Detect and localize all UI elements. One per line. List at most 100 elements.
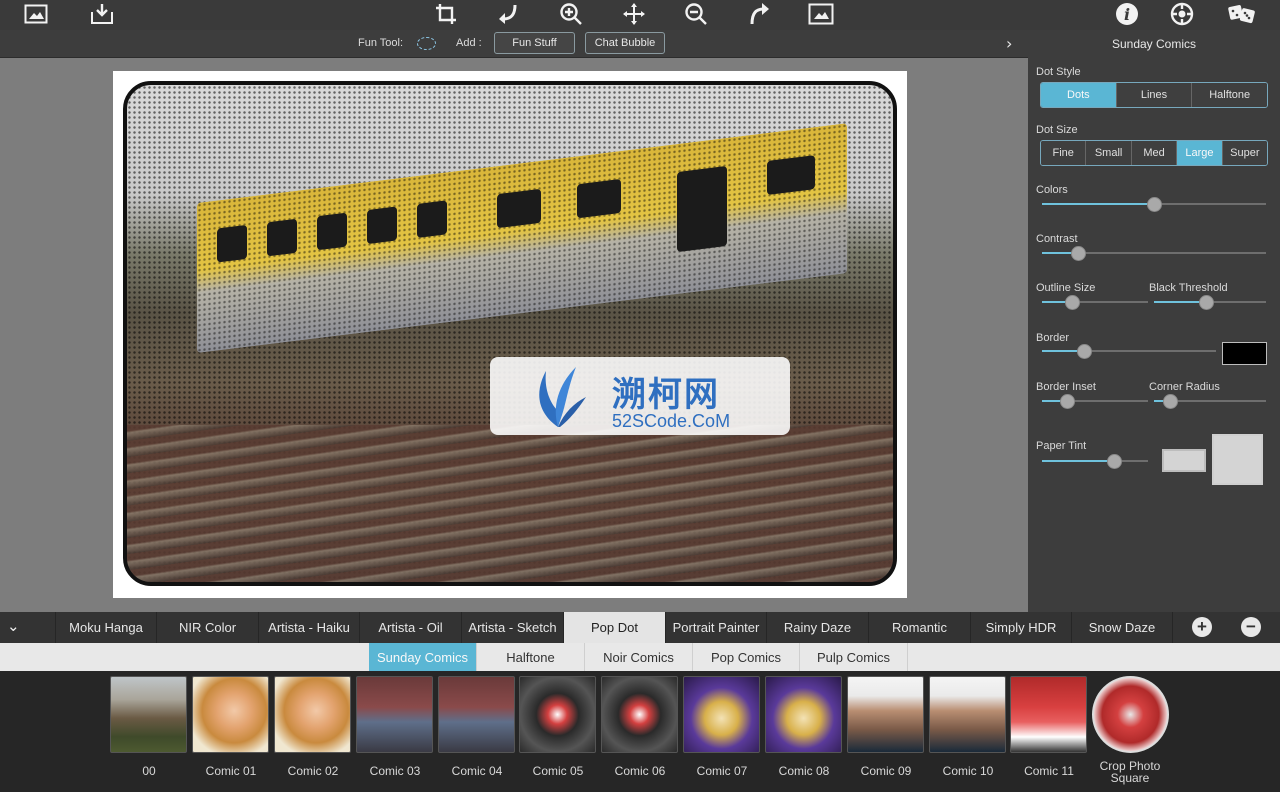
settings-icon[interactable]	[1168, 1, 1196, 27]
preset-label: Comic 08	[778, 764, 830, 778]
slider-knob[interactable]	[1162, 394, 1178, 409]
move-icon[interactable]	[620, 1, 648, 27]
tab-artista-oil[interactable]: Artista - Oil	[359, 612, 461, 643]
railway-tracks	[127, 425, 893, 582]
tab-artista-sketch[interactable]: Artista - Sketch	[461, 612, 563, 643]
slider-knob[interactable]	[1064, 295, 1080, 310]
paper-tint-slider[interactable]	[1042, 454, 1148, 469]
slider-knob[interactable]	[1147, 197, 1162, 212]
zoom-in-icon[interactable]	[557, 1, 585, 27]
paper-tint-swatch[interactable]	[1162, 449, 1206, 472]
border-inset-label: Border Inset	[1036, 381, 1096, 393]
dot-size-small[interactable]: Small	[1086, 141, 1132, 165]
outline-size-slider[interactable]	[1042, 295, 1148, 310]
chevron-down-icon[interactable]: ⌄	[7, 617, 20, 635]
crop-icon[interactable]	[432, 1, 460, 27]
svg-text:i: i	[1124, 5, 1130, 24]
preset-thumbnail[interactable]	[356, 676, 433, 753]
filter-tabs: ⌄ Moku Hanga NIR Color Artista - Haiku A…	[0, 612, 1280, 643]
preset-thumbnail[interactable]	[192, 676, 269, 753]
border-slider[interactable]	[1042, 344, 1216, 359]
slider-knob[interactable]	[1070, 246, 1086, 261]
options-bar: Fun Tool: Add : Fun Stuff Chat Bubble ›	[0, 30, 1028, 58]
preset-label: Comic 02	[287, 764, 339, 778]
tab-snow-daze[interactable]: Snow Daze	[1071, 612, 1173, 643]
wing-logo-icon	[539, 367, 586, 427]
colors-slider[interactable]	[1042, 197, 1266, 212]
info-icon[interactable]: i	[1113, 1, 1141, 27]
fun-stuff-button[interactable]: Fun Stuff	[494, 32, 575, 54]
watermark-subtitle: 52SCode.CoM	[612, 411, 731, 431]
canvas-area	[0, 58, 1028, 612]
dot-size-super[interactable]: Super	[1222, 141, 1267, 165]
slider-knob[interactable]	[1107, 454, 1123, 469]
tab-noir-comics[interactable]: Noir Comics	[585, 643, 693, 671]
open-image-icon[interactable]	[22, 1, 50, 27]
tab-nir-color[interactable]: NIR Color	[156, 612, 258, 643]
tab-moku-hanga[interactable]: Moku Hanga	[55, 612, 156, 643]
add-label: Add :	[456, 37, 482, 49]
fun-tool-label: Fun Tool:	[358, 37, 404, 49]
preset-thumbnail[interactable]	[929, 676, 1006, 753]
redo-icon[interactable]	[745, 1, 773, 27]
preset-label: Comic 07	[696, 764, 748, 778]
slider-knob[interactable]	[1076, 344, 1092, 359]
border-color-swatch[interactable]	[1222, 342, 1267, 365]
tab-halftone[interactable]: Halftone	[477, 643, 585, 671]
add-filter-button[interactable]: +	[1192, 617, 1212, 637]
dot-style-dots[interactable]: Dots	[1041, 83, 1117, 107]
tab-romantic[interactable]: Romantic	[868, 612, 970, 643]
dot-size-med[interactable]: Med	[1131, 141, 1178, 165]
lasso-icon[interactable]	[417, 37, 436, 50]
chevron-right-icon[interactable]: ›	[1006, 34, 1012, 53]
tab-pulp-comics[interactable]: Pulp Comics	[800, 643, 908, 671]
tab-simply-hdr[interactable]: Simply HDR	[970, 612, 1071, 643]
border-inset-slider[interactable]	[1042, 394, 1148, 409]
tab-pop-comics[interactable]: Pop Comics	[693, 643, 800, 671]
preset-thumbnail[interactable]	[1010, 676, 1087, 753]
comic-photo[interactable]	[123, 81, 897, 586]
preset-label: Comic 10	[942, 764, 994, 778]
tab-portrait-painter[interactable]: Portrait Painter	[665, 612, 766, 643]
preset-label: Comic 03	[369, 764, 421, 778]
preset-thumbnail[interactable]	[601, 676, 678, 753]
fit-image-icon[interactable]	[807, 1, 835, 27]
contrast-label: Contrast	[1036, 233, 1078, 245]
black-threshold-label: Black Threshold	[1149, 282, 1228, 294]
save-image-icon[interactable]	[88, 1, 116, 27]
preset-thumbnail[interactable]	[274, 676, 351, 753]
tab-sunday-comics[interactable]: Sunday Comics	[369, 643, 477, 671]
dot-style-halftone[interactable]: Halftone	[1192, 83, 1267, 107]
black-threshold-slider[interactable]	[1154, 295, 1266, 310]
preset-thumbnail[interactable]	[438, 676, 515, 753]
preset-thumbnail[interactable]	[765, 676, 842, 753]
preset-thumbnail[interactable]	[110, 676, 187, 753]
preset-label: Comic 09	[860, 764, 912, 778]
dot-size-selector: Fine Small Med Large Super	[1040, 140, 1268, 166]
remove-filter-button[interactable]: −	[1241, 617, 1261, 637]
contrast-slider[interactable]	[1042, 246, 1266, 261]
style-tabs: Sunday Comics Halftone Noir Comics Pop C…	[0, 643, 1280, 671]
random-dice-icon[interactable]	[1226, 1, 1258, 27]
tab-pop-dot[interactable]: Pop Dot	[563, 612, 665, 643]
preset-label: Comic 06	[614, 764, 666, 778]
dot-style-label: Dot Style	[1036, 66, 1081, 78]
preset-thumbnail[interactable]	[847, 676, 924, 753]
dot-size-fine[interactable]: Fine	[1041, 141, 1087, 165]
slider-knob[interactable]	[1198, 295, 1214, 310]
slider-knob[interactable]	[1060, 394, 1076, 409]
preset-thumbnail[interactable]	[683, 676, 760, 753]
tab-rainy-daze[interactable]: Rainy Daze	[766, 612, 868, 643]
tab-artista-haiku[interactable]: Artista - Haiku	[258, 612, 359, 643]
corner-radius-label: Corner Radius	[1149, 381, 1220, 393]
chat-bubble-button[interactable]: Chat Bubble	[585, 32, 665, 54]
top-toolbar: i	[0, 0, 1280, 30]
dot-style-lines[interactable]: Lines	[1116, 83, 1193, 107]
preset-thumbnail[interactable]	[519, 676, 596, 753]
zoom-out-icon[interactable]	[682, 1, 710, 27]
preset-label: Comic 04	[451, 764, 503, 778]
preset-thumbnail[interactable]	[1092, 676, 1169, 753]
dot-size-large[interactable]: Large	[1177, 141, 1223, 165]
undo-icon[interactable]	[494, 1, 522, 27]
corner-radius-slider[interactable]	[1154, 394, 1266, 409]
